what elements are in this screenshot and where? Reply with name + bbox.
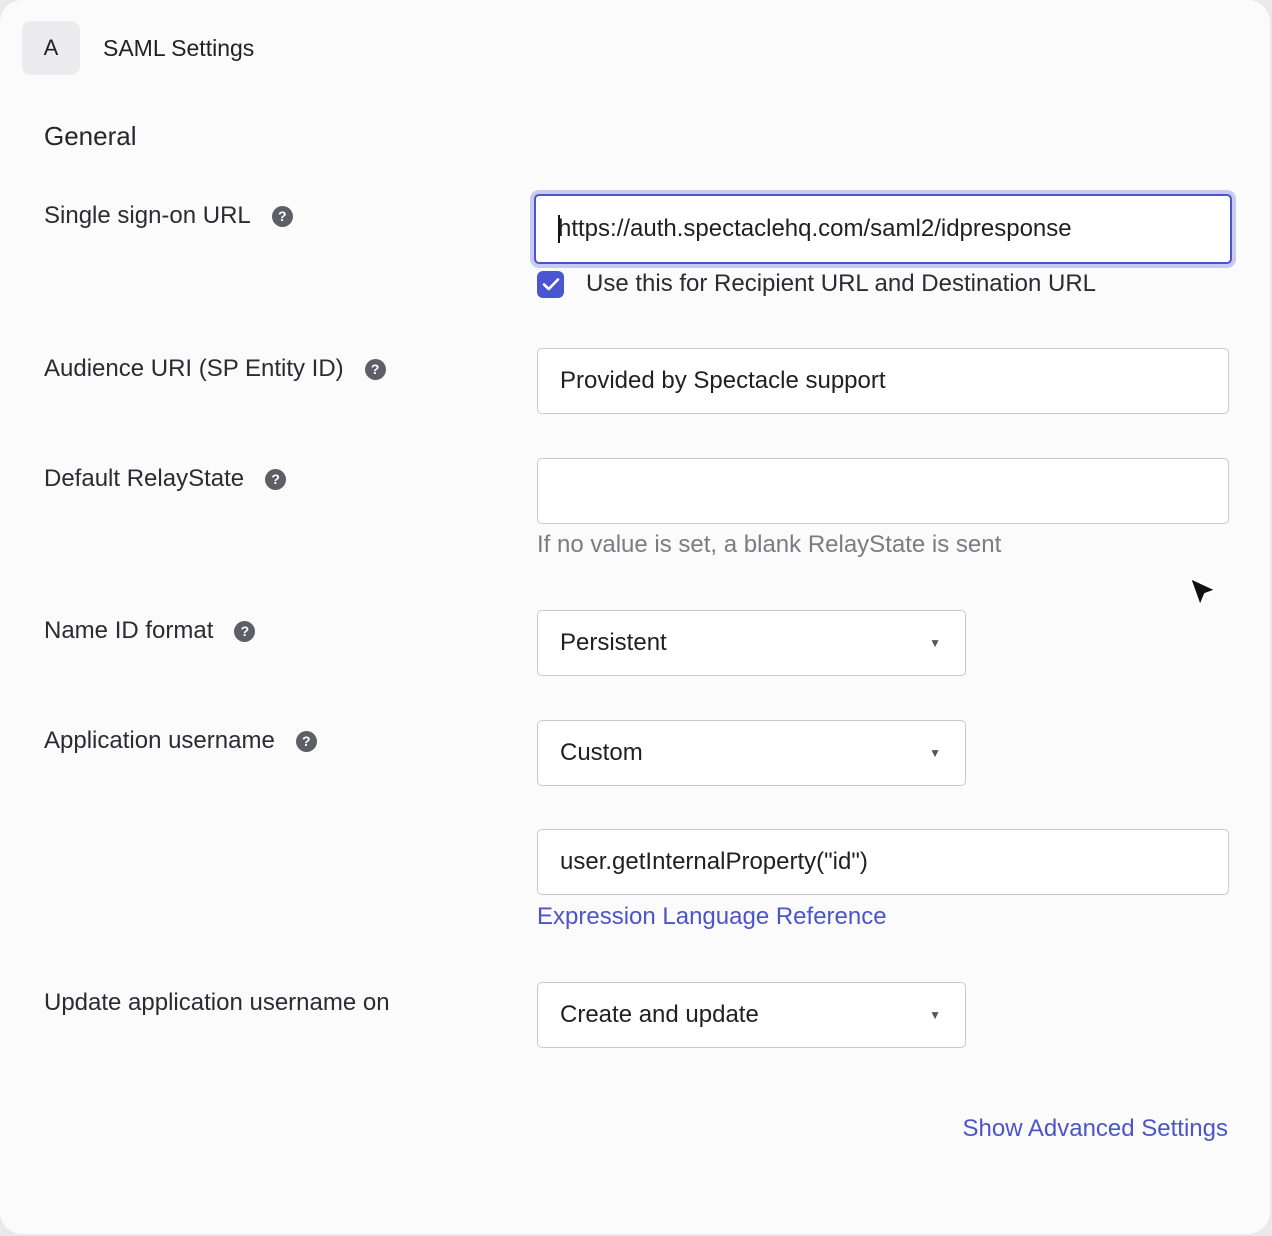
question-circle-icon[interactable]: ? bbox=[295, 730, 317, 752]
name-id-format-value: Persistent bbox=[560, 629, 667, 656]
question-circle-icon[interactable]: ? bbox=[364, 358, 386, 380]
name-id-format-label: Name ID format bbox=[44, 617, 214, 644]
expression-language-reference-link[interactable]: Expression Language Reference bbox=[537, 903, 887, 931]
update-username-value: Create and update bbox=[560, 1001, 759, 1028]
name-id-format-label-row: Name ID format ? bbox=[44, 617, 256, 645]
update-username-select[interactable]: Create and update ▼ bbox=[537, 982, 966, 1048]
update-username-label: Update application username on bbox=[44, 989, 390, 1016]
audience-uri-value: Provided by Spectacle support bbox=[560, 367, 886, 394]
app-username-label: Application username bbox=[44, 727, 275, 754]
question-circle-icon[interactable]: ? bbox=[234, 620, 256, 642]
audience-uri-label: Audience URI (SP Entity ID) bbox=[44, 355, 344, 382]
name-id-format-select[interactable]: Persistent ▼ bbox=[537, 610, 966, 676]
step-badge: A bbox=[22, 21, 80, 75]
saml-settings-panel: A SAML Settings General Single sign-on U… bbox=[0, 0, 1270, 1234]
triangle-down-icon: ▼ bbox=[929, 636, 941, 650]
app-username-label-row: Application username ? bbox=[44, 727, 317, 755]
app-username-select[interactable]: Custom ▼ bbox=[537, 720, 966, 786]
triangle-down-icon: ▼ bbox=[929, 1008, 941, 1022]
question-circle-icon[interactable]: ? bbox=[271, 205, 293, 227]
relay-state-hint: If no value is set, a blank RelayState i… bbox=[537, 531, 1002, 558]
sso-url-value: https://auth.spectaclehq.com/saml2/idpre… bbox=[558, 215, 1072, 242]
relay-state-label-row: Default RelayState ? bbox=[44, 465, 287, 493]
audience-uri-input[interactable]: Provided by Spectacle support bbox=[537, 348, 1229, 414]
triangle-down-icon: ▼ bbox=[929, 746, 941, 760]
section-title: General bbox=[44, 121, 137, 151]
sso-url-input[interactable]: https://auth.spectaclehq.com/saml2/idpre… bbox=[534, 194, 1232, 264]
app-username-expression-value: user.getInternalProperty("id") bbox=[560, 848, 868, 875]
sso-url-label-row: Single sign-on URL ? bbox=[44, 202, 293, 230]
checkmark-icon bbox=[542, 278, 559, 291]
recipient-url-checkbox-label[interactable]: Use this for Recipient URL and Destinati… bbox=[586, 270, 1096, 298]
recipient-url-checkbox[interactable] bbox=[537, 270, 564, 298]
relay-state-input[interactable] bbox=[537, 458, 1229, 524]
recipient-url-checkbox-row[interactable]: Use this for Recipient URL and Destinati… bbox=[537, 270, 1096, 298]
show-advanced-settings-link[interactable]: Show Advanced Settings bbox=[962, 1115, 1228, 1143]
question-circle-icon[interactable]: ? bbox=[265, 468, 287, 490]
app-username-value: Custom bbox=[560, 739, 643, 766]
panel-header: A SAML Settings bbox=[22, 21, 254, 75]
panel-title: SAML Settings bbox=[103, 34, 255, 61]
mouse-pointer-icon bbox=[1189, 577, 1217, 607]
sso-url-label: Single sign-on URL bbox=[44, 202, 251, 229]
app-username-expression-input[interactable]: user.getInternalProperty("id") bbox=[537, 829, 1229, 895]
relay-state-label: Default RelayState bbox=[44, 465, 245, 492]
audience-uri-label-row: Audience URI (SP Entity ID) ? bbox=[44, 355, 386, 383]
update-username-label-row: Update application username on bbox=[44, 989, 390, 1017]
